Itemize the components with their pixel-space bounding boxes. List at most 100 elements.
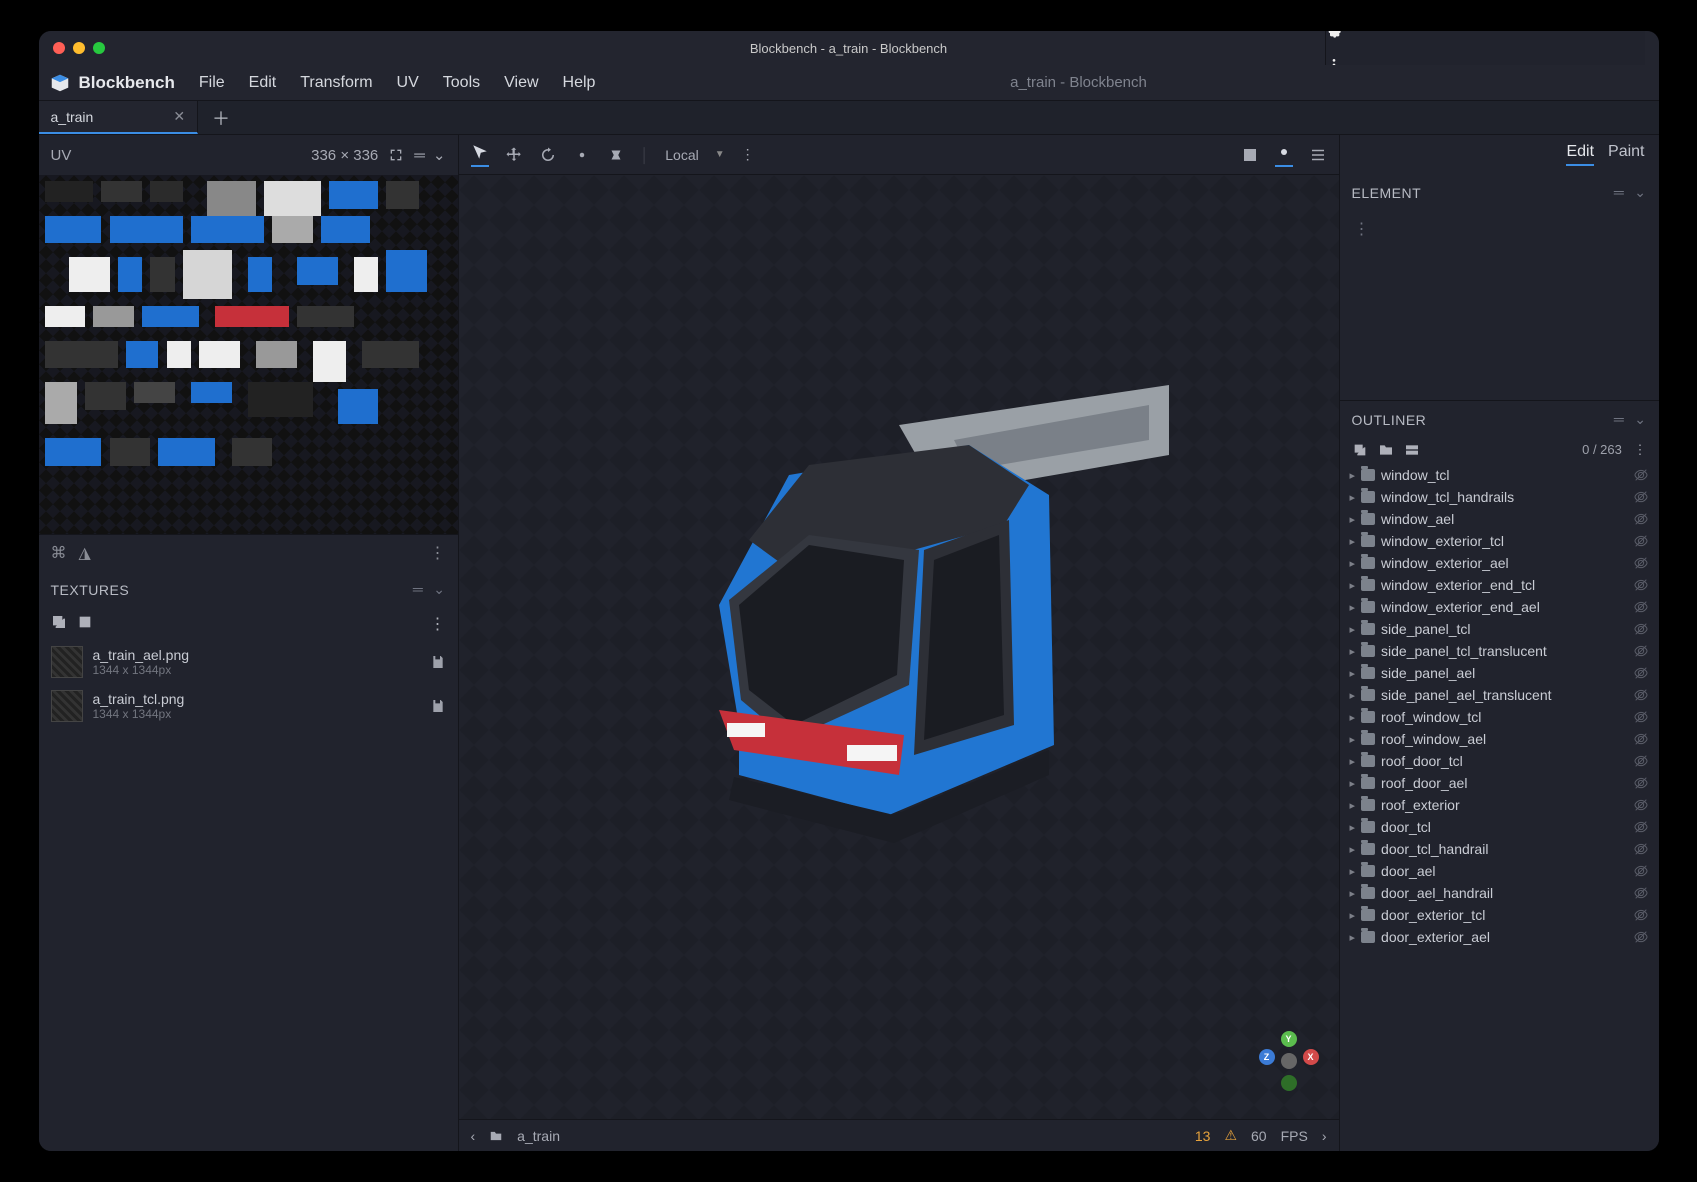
chevron-down-icon[interactable]: ⌄	[433, 581, 445, 598]
mode-edit[interactable]: Edit	[1566, 143, 1594, 166]
visibility-icon[interactable]	[1633, 841, 1649, 857]
outliner-node[interactable]: ▸ window_ael	[1340, 508, 1659, 530]
outliner-node[interactable]: ▸ window_exterior_tcl	[1340, 530, 1659, 552]
visibility-icon[interactable]	[1633, 709, 1649, 725]
visibility-icon[interactable]	[1633, 731, 1649, 747]
outliner-node[interactable]: ▸ side_panel_ael	[1340, 662, 1659, 684]
uv-canvas[interactable]	[39, 175, 458, 535]
chevron-down-icon[interactable]: ⌄	[1634, 184, 1646, 201]
chevron-right-icon[interactable]: ▸	[1350, 645, 1356, 658]
link-icon[interactable]: ⌘	[51, 543, 67, 563]
chevron-right-icon[interactable]: ▸	[1350, 623, 1356, 636]
outliner-node[interactable]: ▸ roof_door_tcl	[1340, 750, 1659, 772]
menu-icon[interactable]	[1309, 146, 1327, 164]
outliner-node[interactable]: ▸ window_exterior_end_tcl	[1340, 574, 1659, 596]
outliner-node[interactable]: ▸ roof_door_ael	[1340, 772, 1659, 794]
outliner-node[interactable]: ▸ window_tcl_handrails	[1340, 486, 1659, 508]
visibility-icon[interactable]	[1633, 599, 1649, 615]
menu-file[interactable]: File	[189, 70, 235, 96]
save-texture-icon[interactable]	[430, 654, 446, 670]
visibility-icon[interactable]	[1633, 863, 1649, 879]
visibility-icon[interactable]	[1633, 753, 1649, 769]
save-texture-icon[interactable]	[430, 698, 446, 714]
coord-space-dropdown[interactable]: Local	[665, 147, 698, 163]
brand[interactable]: Blockbench	[49, 72, 175, 94]
viewport-canvas[interactable]: Y X Z	[459, 175, 1339, 1119]
outliner-node[interactable]: ▸ window_exterior_end_ael	[1340, 596, 1659, 618]
toggle-icon[interactable]	[1404, 442, 1420, 458]
chevron-right-icon[interactable]: ▸	[1350, 601, 1356, 614]
visibility-icon[interactable]	[1633, 885, 1649, 901]
outliner-node[interactable]: ▸ roof_window_ael	[1340, 728, 1659, 750]
chevron-right-icon[interactable]: ▸	[1350, 821, 1356, 834]
visibility-icon[interactable]	[1633, 819, 1649, 835]
visibility-icon[interactable]	[1633, 687, 1649, 703]
menu-uv[interactable]: UV	[387, 70, 429, 96]
outliner-node[interactable]: ▸ window_tcl	[1340, 464, 1659, 486]
chevron-right-icon[interactable]: ▸	[1350, 909, 1356, 922]
chevron-right-icon[interactable]: ▸	[1350, 733, 1356, 746]
chevron-right-icon[interactable]: ▸	[1350, 557, 1356, 570]
chevron-right-icon[interactable]: ▸	[1350, 535, 1356, 548]
scale-tool-icon[interactable]	[573, 146, 591, 164]
chevron-right-icon[interactable]: ▸	[1350, 579, 1356, 592]
chevron-right-icon[interactable]: ›	[1322, 1128, 1327, 1144]
outliner-node[interactable]: ▸ door_tcl	[1340, 816, 1659, 838]
chevron-right-icon[interactable]: ▸	[1350, 711, 1356, 724]
minimize-window-button[interactable]	[73, 42, 85, 54]
shading-icon[interactable]	[1275, 143, 1293, 167]
outliner-node[interactable]: ▸ door_ael	[1340, 860, 1659, 882]
close-window-button[interactable]	[53, 42, 65, 54]
tab-a-train[interactable]: a_train ✕	[39, 101, 199, 134]
chevron-down-icon[interactable]: ▼	[715, 149, 725, 160]
visibility-icon[interactable]	[1633, 577, 1649, 593]
visibility-icon[interactable]	[1633, 665, 1649, 681]
chevron-right-icon[interactable]: ▸	[1350, 689, 1356, 702]
outliner-node[interactable]: ▸ door_tcl_handrail	[1340, 838, 1659, 860]
chevron-right-icon[interactable]: ▸	[1350, 799, 1356, 812]
visibility-icon[interactable]	[1633, 533, 1649, 549]
warning-icon[interactable]: ⚠	[1224, 1127, 1237, 1144]
menu-edit[interactable]: Edit	[239, 70, 287, 96]
texture-row[interactable]: a_train_tcl.png 1344 x 1344px	[39, 684, 458, 728]
more-vert-icon[interactable]: ⋮	[1340, 211, 1384, 247]
visibility-icon[interactable]	[1633, 621, 1649, 637]
visibility-icon[interactable]	[1633, 467, 1649, 483]
chevron-right-icon[interactable]: ▸	[1350, 865, 1356, 878]
breadcrumb[interactable]: a_train	[517, 1128, 560, 1144]
chevron-right-icon[interactable]: ▸	[1350, 667, 1356, 680]
move-tool-icon[interactable]	[471, 143, 489, 167]
equals-icon[interactable]: ═	[1614, 411, 1624, 428]
import-texture-icon[interactable]	[77, 614, 93, 634]
more-vert-icon[interactable]: ⋮	[430, 614, 446, 634]
equals-icon[interactable]: ═	[413, 581, 423, 598]
menu-view[interactable]: View	[494, 70, 548, 96]
chevron-right-icon[interactable]: ▸	[1350, 469, 1356, 482]
chevron-right-icon[interactable]: ▸	[1350, 513, 1356, 526]
background-icon[interactable]	[1241, 146, 1259, 164]
chevron-left-icon[interactable]: ‹	[471, 1128, 476, 1144]
more-vert-icon[interactable]: ⋮	[430, 543, 446, 563]
translate-tool-icon[interactable]	[505, 146, 523, 164]
equals-icon[interactable]: ═	[414, 147, 423, 164]
close-tab-icon[interactable]: ✕	[173, 108, 185, 125]
menu-help[interactable]: Help	[553, 70, 606, 96]
chevron-down-icon[interactable]: ⌄	[433, 146, 446, 164]
menu-transform[interactable]: Transform	[290, 70, 382, 96]
visibility-icon[interactable]	[1633, 643, 1649, 659]
fullscreen-window-button[interactable]	[93, 42, 105, 54]
outliner-tree[interactable]: ▸ window_tcl ▸ window_tcl_handrails ▸ wi…	[1340, 462, 1659, 1151]
mirror-icon[interactable]: ◮	[79, 543, 91, 563]
orientation-gizmo[interactable]: Y X Z	[1259, 1031, 1319, 1091]
visibility-icon[interactable]	[1633, 555, 1649, 571]
outliner-node[interactable]: ▸ door_ael_handrail	[1340, 882, 1659, 904]
menu-tools[interactable]: Tools	[433, 70, 490, 96]
chevron-right-icon[interactable]: ▸	[1350, 843, 1356, 856]
visibility-icon[interactable]	[1633, 929, 1649, 945]
chevron-right-icon[interactable]: ▸	[1350, 931, 1356, 944]
fullscreen-icon[interactable]	[388, 147, 404, 163]
visibility-icon[interactable]	[1633, 511, 1649, 527]
outliner-node[interactable]: ▸ roof_window_tcl	[1340, 706, 1659, 728]
chevron-right-icon[interactable]: ▸	[1350, 887, 1356, 900]
visibility-icon[interactable]	[1633, 775, 1649, 791]
